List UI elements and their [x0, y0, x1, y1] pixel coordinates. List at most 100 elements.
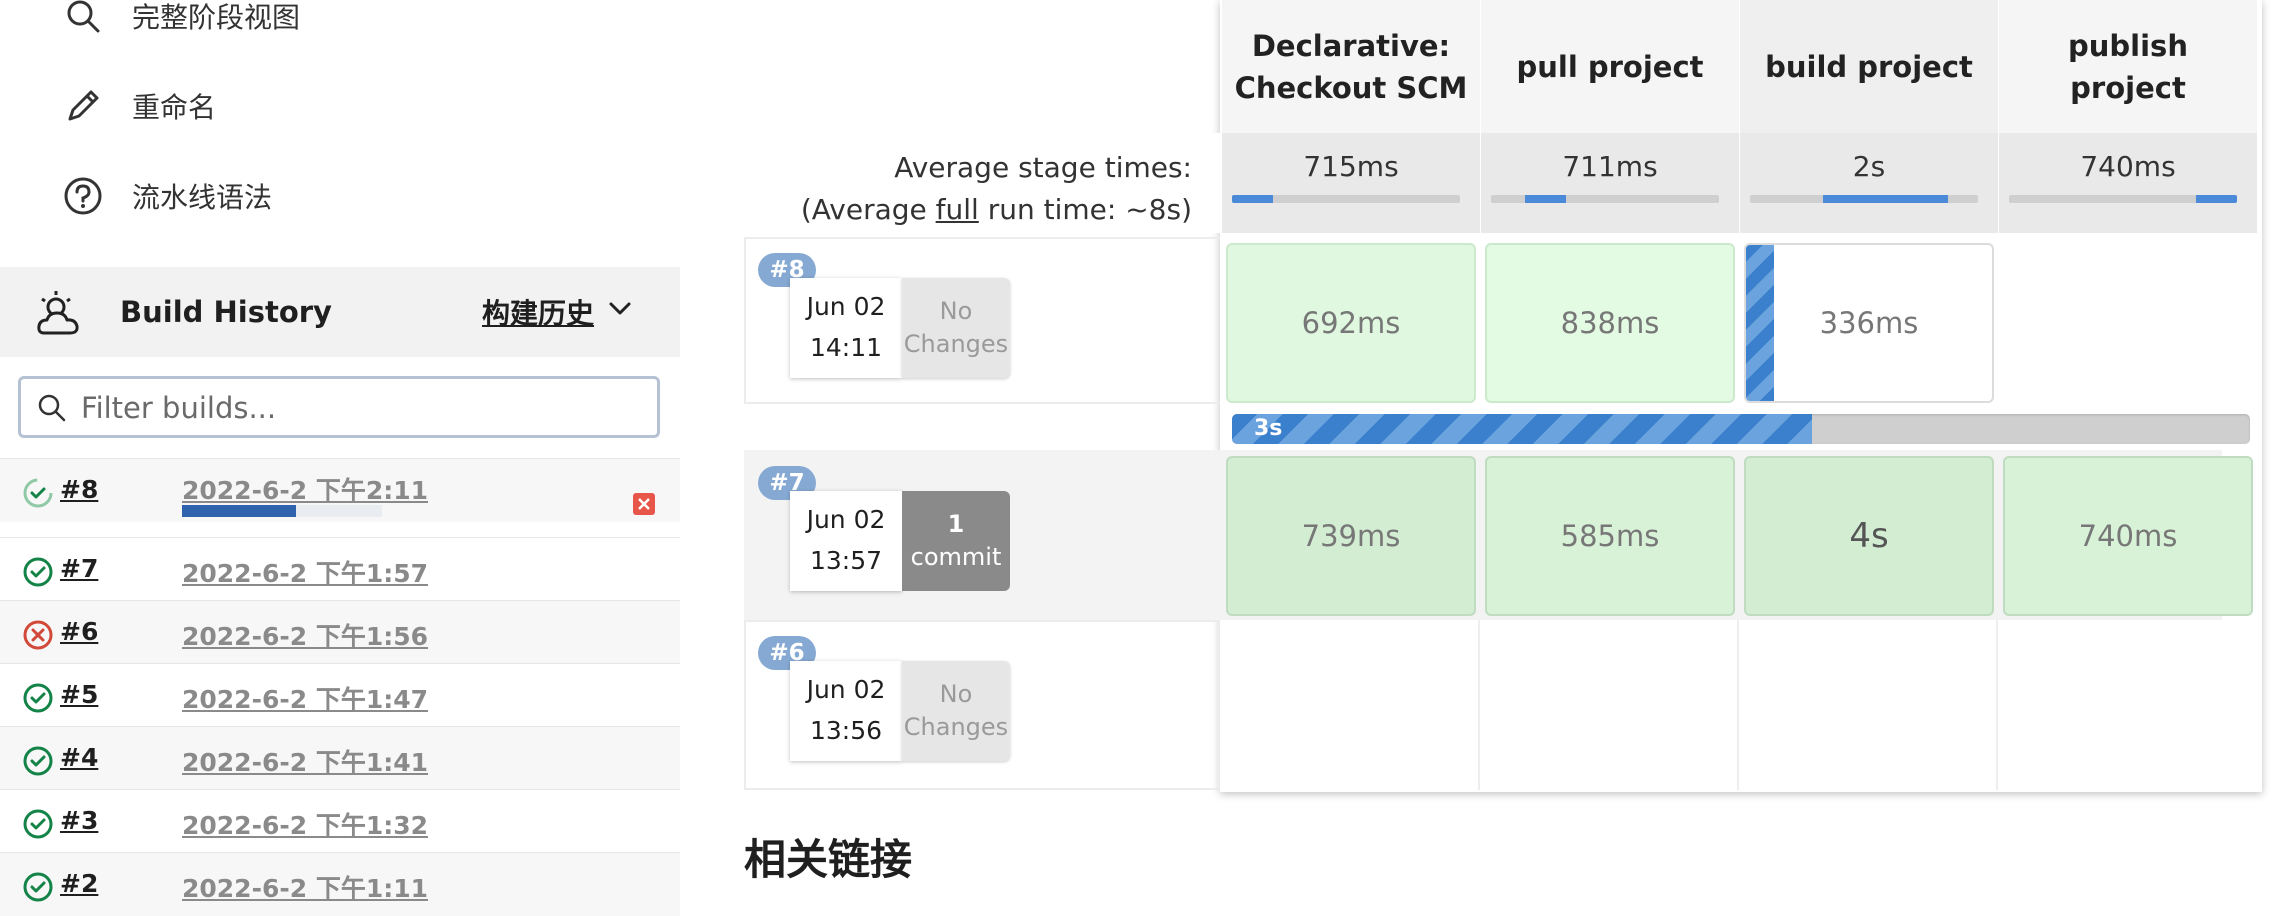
filter-builds-field[interactable] — [18, 376, 660, 438]
stage-name: project — [2070, 70, 2186, 105]
run-changes[interactable]: No Changes — [902, 661, 1010, 761]
build-date-link[interactable]: 2022-6-2 下午1:11 — [182, 869, 428, 905]
average-stage-times-text: Average stage times: — [894, 151, 1192, 184]
build-number-link[interactable]: #6 — [60, 617, 98, 646]
stage-cell-empty — [2003, 243, 2253, 403]
column-divider — [1996, 620, 1998, 790]
average-times-label: Average stage times: (Average full run t… — [744, 133, 1220, 233]
stage-name: pull project — [1516, 49, 1704, 84]
build-number-link[interactable]: #5 — [60, 680, 98, 709]
run-progress-fill — [1232, 414, 1813, 444]
stage-name: build project — [1765, 49, 1973, 84]
build-row-2[interactable]: #2 2022-6-2 下午1:11 — [0, 852, 680, 916]
full-run-link[interactable]: full — [936, 193, 979, 226]
run-progress-label: 3s — [1254, 416, 1283, 441]
menu-item-pipeline-syntax[interactable]: 流水线语法 — [63, 166, 272, 226]
build-history-header: Build History 构建历史 — [0, 267, 680, 357]
average-suffix: run time: ~8s) — [978, 193, 1192, 226]
run-date: Jun 02 — [806, 675, 886, 704]
stage-header-pull-project: pull project — [1481, 0, 1739, 133]
stage-cell[interactable]: 739ms — [1226, 456, 1476, 616]
build-row-7[interactable]: #7 2022-6-2 下午1:57 — [0, 537, 680, 601]
success-icon — [22, 871, 53, 902]
changes-text: commit — [910, 543, 1002, 571]
run-date-box: Jun 02 13:56 — [790, 661, 902, 761]
column-divider — [1478, 620, 1480, 790]
build-row-3[interactable]: #3 2022-6-2 下午1:32 — [0, 789, 680, 853]
avg-cell-checkout-scm: 715ms — [1222, 133, 1480, 233]
build-date-link[interactable]: 2022-6-2 下午1:32 — [182, 806, 428, 842]
changes-text: No — [939, 297, 973, 325]
stage-cell[interactable]: 692ms — [1226, 243, 1476, 403]
success-icon — [22, 745, 53, 776]
run-time: 14:11 — [809, 333, 883, 362]
build-number-link[interactable]: #3 — [60, 806, 98, 835]
stage-name: Checkout SCM — [1234, 70, 1468, 105]
stage-header-publish-project: publish project — [1999, 0, 2257, 133]
weather-cloud-icon — [36, 289, 88, 343]
build-date-link[interactable]: 2022-6-2 下午1:56 — [182, 617, 428, 653]
changes-text: Changes — [903, 330, 1009, 358]
avg-time: 711ms — [1562, 150, 1658, 183]
avg-cell-publish-project: 740ms — [1999, 133, 2257, 233]
build-number-link[interactable]: #8 — [60, 475, 98, 504]
stage-cell[interactable]: 838ms — [1485, 243, 1735, 403]
build-row-8[interactable]: #8 2022-6-2 下午2:11 — [0, 458, 680, 522]
avg-bar-fill — [1232, 195, 1274, 203]
stage-cell[interactable]: 740ms — [2003, 456, 2253, 616]
avg-cell-build-project: 2s — [1740, 133, 1998, 233]
stage-name: publish — [2068, 28, 2188, 63]
search-icon — [37, 393, 67, 427]
stage-header-checkout-scm: Declarative: Checkout SCM — [1222, 0, 1480, 133]
changes-text: No — [939, 680, 973, 708]
avg-time: 715ms — [1303, 150, 1399, 183]
stage-name: Declarative: — [1251, 28, 1451, 63]
build-history-title: Build History — [120, 295, 332, 329]
build-progress-bar — [182, 505, 382, 517]
avg-bar-track — [1232, 195, 1460, 203]
run-progress-bar: 3s — [1232, 414, 2250, 444]
build-progress-fill — [182, 505, 296, 517]
avg-bar-fill — [1525, 195, 1567, 203]
build-row-5[interactable]: #5 2022-6-2 下午1:47 — [0, 663, 680, 727]
build-row-4[interactable]: #4 2022-6-2 下午1:41 — [0, 726, 680, 790]
running-stripe — [1746, 245, 1774, 401]
build-date-link[interactable]: 2022-6-2 下午2:11 — [182, 471, 428, 507]
changes-text: 1 — [947, 510, 965, 538]
stage-cell[interactable]: 4s — [1744, 456, 1994, 616]
menu-item-full-stage-view[interactable]: 完整阶段视图 — [63, 0, 300, 46]
run-date-box: Jun 02 14:11 — [790, 278, 902, 378]
avg-bar-fill — [2195, 195, 2237, 203]
avg-bar-track — [1491, 195, 1719, 203]
build-row-6[interactable]: #6 2022-6-2 下午1:56 — [0, 600, 680, 664]
avg-time: 2s — [1852, 150, 1886, 183]
column-divider — [1737, 620, 1739, 790]
failed-icon — [22, 619, 53, 650]
build-date-link[interactable]: 2022-6-2 下午1:47 — [182, 680, 428, 716]
menu-item-label: 流水线语法 — [132, 181, 273, 214]
build-date-link[interactable]: 2022-6-2 下午1:41 — [182, 743, 428, 779]
build-trend-link[interactable]: 构建历史 — [482, 292, 594, 332]
stage-cell-running[interactable]: 336ms — [1744, 243, 1994, 403]
search-icon — [63, 0, 103, 36]
changes-text: Changes — [903, 713, 1009, 741]
menu-item-label: 重命名 — [132, 91, 217, 124]
build-number-link[interactable]: #7 — [60, 554, 98, 583]
build-date-link[interactable]: 2022-6-2 下午1:57 — [182, 554, 428, 590]
stage-header-build-project: build project — [1740, 0, 1998, 133]
filter-builds-input[interactable] — [79, 387, 643, 429]
help-circle-icon — [63, 176, 103, 216]
run-changes[interactable]: 1 commit — [902, 491, 1010, 591]
cancel-build-icon[interactable] — [632, 492, 656, 520]
stage-cell[interactable]: 585ms — [1485, 456, 1735, 616]
menu-item-rename[interactable]: 重命名 — [63, 76, 216, 136]
run-changes[interactable]: No Changes — [902, 278, 1010, 378]
chevron-down-icon[interactable] — [608, 301, 632, 321]
average-prefix: (Average — [800, 193, 936, 226]
build-number-link[interactable]: #4 — [60, 743, 98, 772]
avg-cell-pull-project: 711ms — [1481, 133, 1739, 233]
success-icon — [22, 556, 53, 587]
avg-bar-track — [2009, 195, 2237, 203]
build-number-link[interactable]: #2 — [60, 869, 98, 898]
run-date: Jun 02 — [806, 292, 886, 321]
